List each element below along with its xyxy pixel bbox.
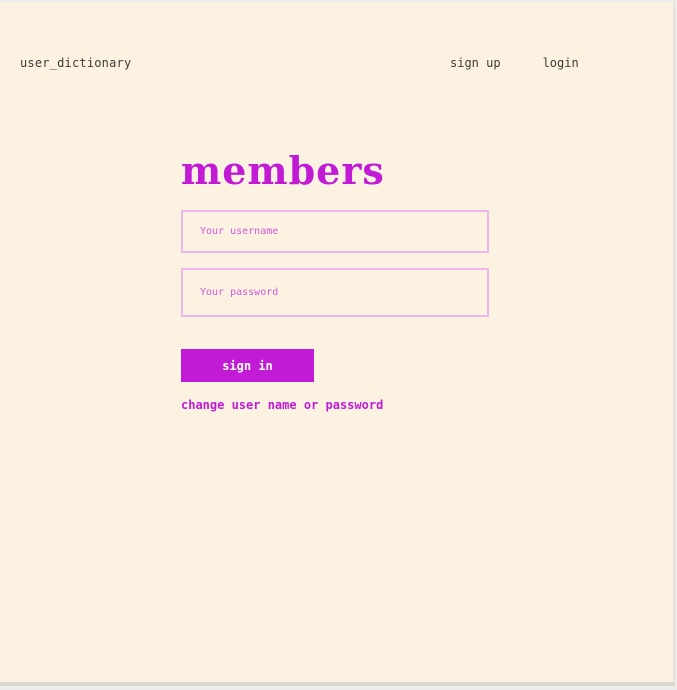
site-brand[interactable]: user_dictionary <box>20 56 131 70</box>
login-link[interactable]: login <box>543 56 579 70</box>
login-panel: members sign in change user name or pass… <box>181 147 491 413</box>
sign-up-link[interactable]: sign up <box>450 56 501 70</box>
page-title: members <box>181 148 385 193</box>
top-nav: sign up login <box>450 56 579 70</box>
change-credentials-link[interactable]: change user name or password <box>181 398 383 412</box>
password-input[interactable] <box>181 268 489 317</box>
username-input[interactable] <box>181 210 489 253</box>
sign-in-button[interactable]: sign in <box>181 349 314 382</box>
app-window: user_dictionary sign up login members si… <box>0 2 675 686</box>
